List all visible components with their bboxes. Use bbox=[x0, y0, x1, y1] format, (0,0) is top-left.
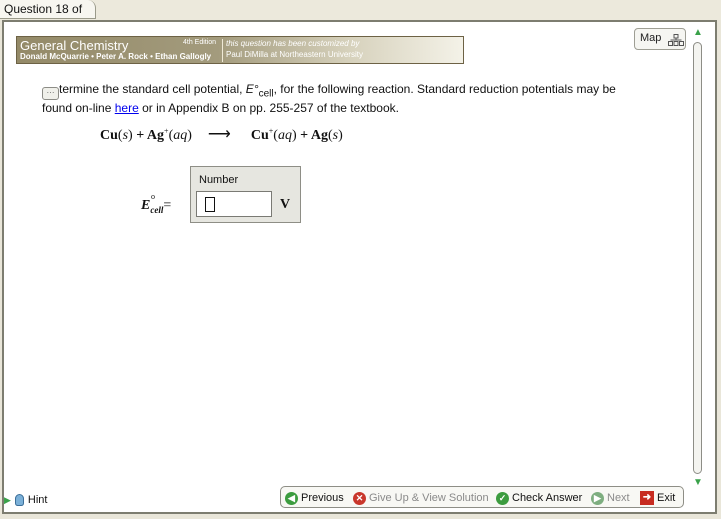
next-arrow-icon: ▶ bbox=[591, 491, 604, 505]
question-prompt: ··· termine the standard cell potential, … bbox=[42, 82, 642, 116]
ecell-degree: o bbox=[151, 192, 155, 201]
plus-sign-2: + bbox=[296, 128, 311, 143]
reactant-2-state: aq bbox=[173, 128, 188, 143]
next-button[interactable]: ▶ Next bbox=[591, 490, 630, 506]
customized-note: this question has been customized by bbox=[226, 39, 360, 48]
ecell-label: Eo cell= bbox=[141, 192, 172, 215]
vertical-scrollbar[interactable]: ▲ ▼ bbox=[690, 26, 706, 496]
previous-label: Previous bbox=[301, 492, 344, 504]
question-frame: General Chemistry 4th Edition Donald McQ… bbox=[2, 20, 717, 514]
e-sub: cell bbox=[258, 88, 274, 100]
check-icon: ✓ bbox=[496, 491, 509, 505]
reaction-equation: Cu(s) + Ag+(aq) ⟶ Cu+(aq) + Ag(s) bbox=[100, 126, 343, 143]
hint-bulb-icon bbox=[14, 494, 24, 506]
textbook-title: General Chemistry bbox=[20, 38, 129, 53]
product-2: Ag bbox=[310, 128, 328, 143]
answer-box: Number V bbox=[190, 166, 301, 223]
reactant-1: Cu bbox=[100, 128, 118, 143]
scroll-up-arrow-icon[interactable]: ▲ bbox=[690, 26, 706, 40]
top-strip bbox=[0, 0, 721, 20]
reaction-arrow: ⟶ bbox=[207, 126, 231, 143]
check-answer-label: Check Answer bbox=[512, 492, 583, 504]
question-intro-c: or in Appendix B on pp. 255-257 of the t… bbox=[138, 101, 399, 116]
question-intro-a: termine the standard cell potential, bbox=[59, 82, 246, 96]
give-up-button[interactable]: ✕ Give Up & View Solution bbox=[353, 490, 489, 506]
reactant-2: Ag bbox=[146, 128, 165, 143]
e-symbol: E° bbox=[245, 82, 259, 96]
answer-box-label: Number bbox=[199, 174, 239, 186]
plus-sign: + bbox=[132, 128, 147, 143]
hint-expand-arrow-icon: ▶ bbox=[4, 494, 11, 505]
product-1-state: aq bbox=[277, 128, 292, 143]
input-caret bbox=[205, 197, 215, 212]
previous-arrow-icon: ◀ bbox=[285, 491, 298, 505]
give-up-label: Give Up & View Solution bbox=[369, 492, 489, 504]
previous-button[interactable]: ◀ Previous bbox=[285, 490, 344, 506]
textbook-edition: 4th Edition bbox=[183, 39, 217, 46]
product-1: Cu bbox=[250, 128, 269, 143]
customizer-name: Paul DiMilla at Northeastern University bbox=[226, 50, 363, 59]
give-up-x-icon: ✕ bbox=[353, 491, 366, 505]
scroll-down-arrow-icon[interactable]: ▼ bbox=[690, 476, 706, 490]
ecell-symbol: E bbox=[141, 198, 151, 213]
map-button-label: Map bbox=[640, 32, 662, 44]
map-icon bbox=[668, 34, 684, 46]
check-answer-button[interactable]: ✓ Check Answer bbox=[496, 490, 582, 506]
ecell-equals: = bbox=[163, 198, 172, 213]
hint-button[interactable]: ▶ Hint bbox=[4, 494, 47, 506]
bottom-nav-bar: ◀ Previous ✕ Give Up & View Solution ✓ C… bbox=[280, 486, 684, 508]
exit-button[interactable]: ➜ Exit bbox=[640, 490, 675, 506]
textbook-banner: General Chemistry 4th Edition Donald McQ… bbox=[16, 36, 464, 64]
exit-label: Exit bbox=[657, 492, 676, 504]
hint-label: Hint bbox=[27, 494, 48, 506]
scroll-track[interactable] bbox=[693, 42, 702, 474]
banner-divider bbox=[222, 39, 223, 62]
here-link[interactable]: here bbox=[115, 101, 139, 115]
unit-label: V bbox=[280, 197, 291, 212]
exit-icon: ➜ bbox=[640, 491, 654, 505]
next-label: Next bbox=[607, 492, 630, 504]
comment-bubble-icon[interactable]: ··· bbox=[42, 87, 59, 100]
question-counter-tab: Question 18 of 18 bbox=[0, 0, 96, 34]
ecell-sub: cell bbox=[150, 204, 164, 215]
textbook-authors: Donald McQuarrie • Peter A. Rock • Ethan… bbox=[20, 52, 212, 61]
number-input[interactable] bbox=[196, 191, 272, 217]
map-button[interactable]: Map bbox=[634, 28, 686, 50]
